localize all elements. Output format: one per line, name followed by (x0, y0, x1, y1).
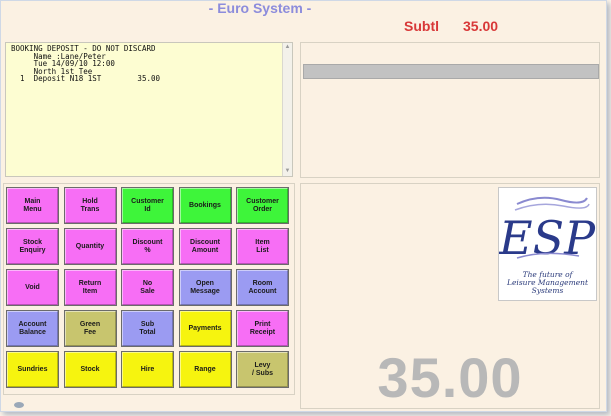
message-panel (300, 42, 600, 178)
discount-amount-button[interactable]: Discount Amount (178, 228, 232, 265)
customer-id-button[interactable]: Customer Id (121, 187, 174, 224)
hire-button[interactable]: Hire (121, 351, 174, 388)
corner-indicator (14, 402, 24, 408)
payments-button[interactable]: Payments (178, 310, 232, 347)
green-fee-button[interactable]: Green Fee (63, 310, 117, 347)
main-menu-button[interactable]: Main Menu (6, 187, 59, 224)
item-list-button[interactable]: Item List (236, 228, 289, 265)
void-button[interactable]: Void (6, 269, 59, 306)
levy-subs-button[interactable]: Levy / Subs (236, 351, 289, 388)
range-button[interactable]: Range (178, 351, 232, 388)
room-account-button[interactable]: Room Account (236, 269, 289, 306)
subtotal-label: Subtl (404, 18, 439, 34)
receipt-text: BOOKING DEPOSIT - DO NOT DISCARD Name :L… (11, 44, 161, 84)
receipt-display[interactable]: BOOKING DEPOSIT - DO NOT DISCARD Name :L… (5, 42, 293, 177)
scroll-down-arrow-icon[interactable]: ▼ (284, 168, 291, 175)
esp-logo: ESP The future of Leisure Management Sys… (498, 187, 597, 301)
logo-letters: ESP (499, 211, 596, 265)
open-message-button[interactable]: Open Message (178, 269, 232, 306)
quantity-button[interactable]: Quantity (63, 228, 117, 265)
scroll-up-arrow-icon[interactable]: ▲ (284, 44, 291, 51)
account-balance-button[interactable]: Account Balance (6, 310, 59, 347)
return-item-button[interactable]: Return Item (63, 269, 117, 306)
function-keypad: Main Menu Hold Trans Customer Id Bookings Cu… (6, 187, 289, 388)
subtotal-value: 35.00 (463, 18, 499, 34)
no-sale-button[interactable]: No Sale (121, 269, 174, 306)
receipt-scrollbar[interactable]: ▲ ▼ (282, 43, 292, 176)
sub-total-button[interactable]: Sub Total (121, 310, 174, 347)
total-display: 35.00 (377, 346, 523, 409)
status-bar (303, 64, 599, 79)
logo-tagline: The future of Leisure Management Systems (507, 270, 588, 295)
customer-order-button[interactable]: Customer Order (236, 187, 289, 224)
stock-enquiry-button[interactable]: Stock Enquiry (6, 228, 59, 265)
sundries-button[interactable]: Sundries (6, 351, 59, 388)
stock-button[interactable]: Stock (63, 351, 117, 388)
app-title: - Euro System - (208, 0, 312, 16)
print-receipt-button[interactable]: Print Receipt (236, 310, 289, 347)
bookings-button[interactable]: Bookings (178, 187, 232, 224)
discount-button[interactable]: Discount % (121, 228, 174, 265)
hold-trans-button[interactable]: Hold Trans (63, 187, 117, 224)
